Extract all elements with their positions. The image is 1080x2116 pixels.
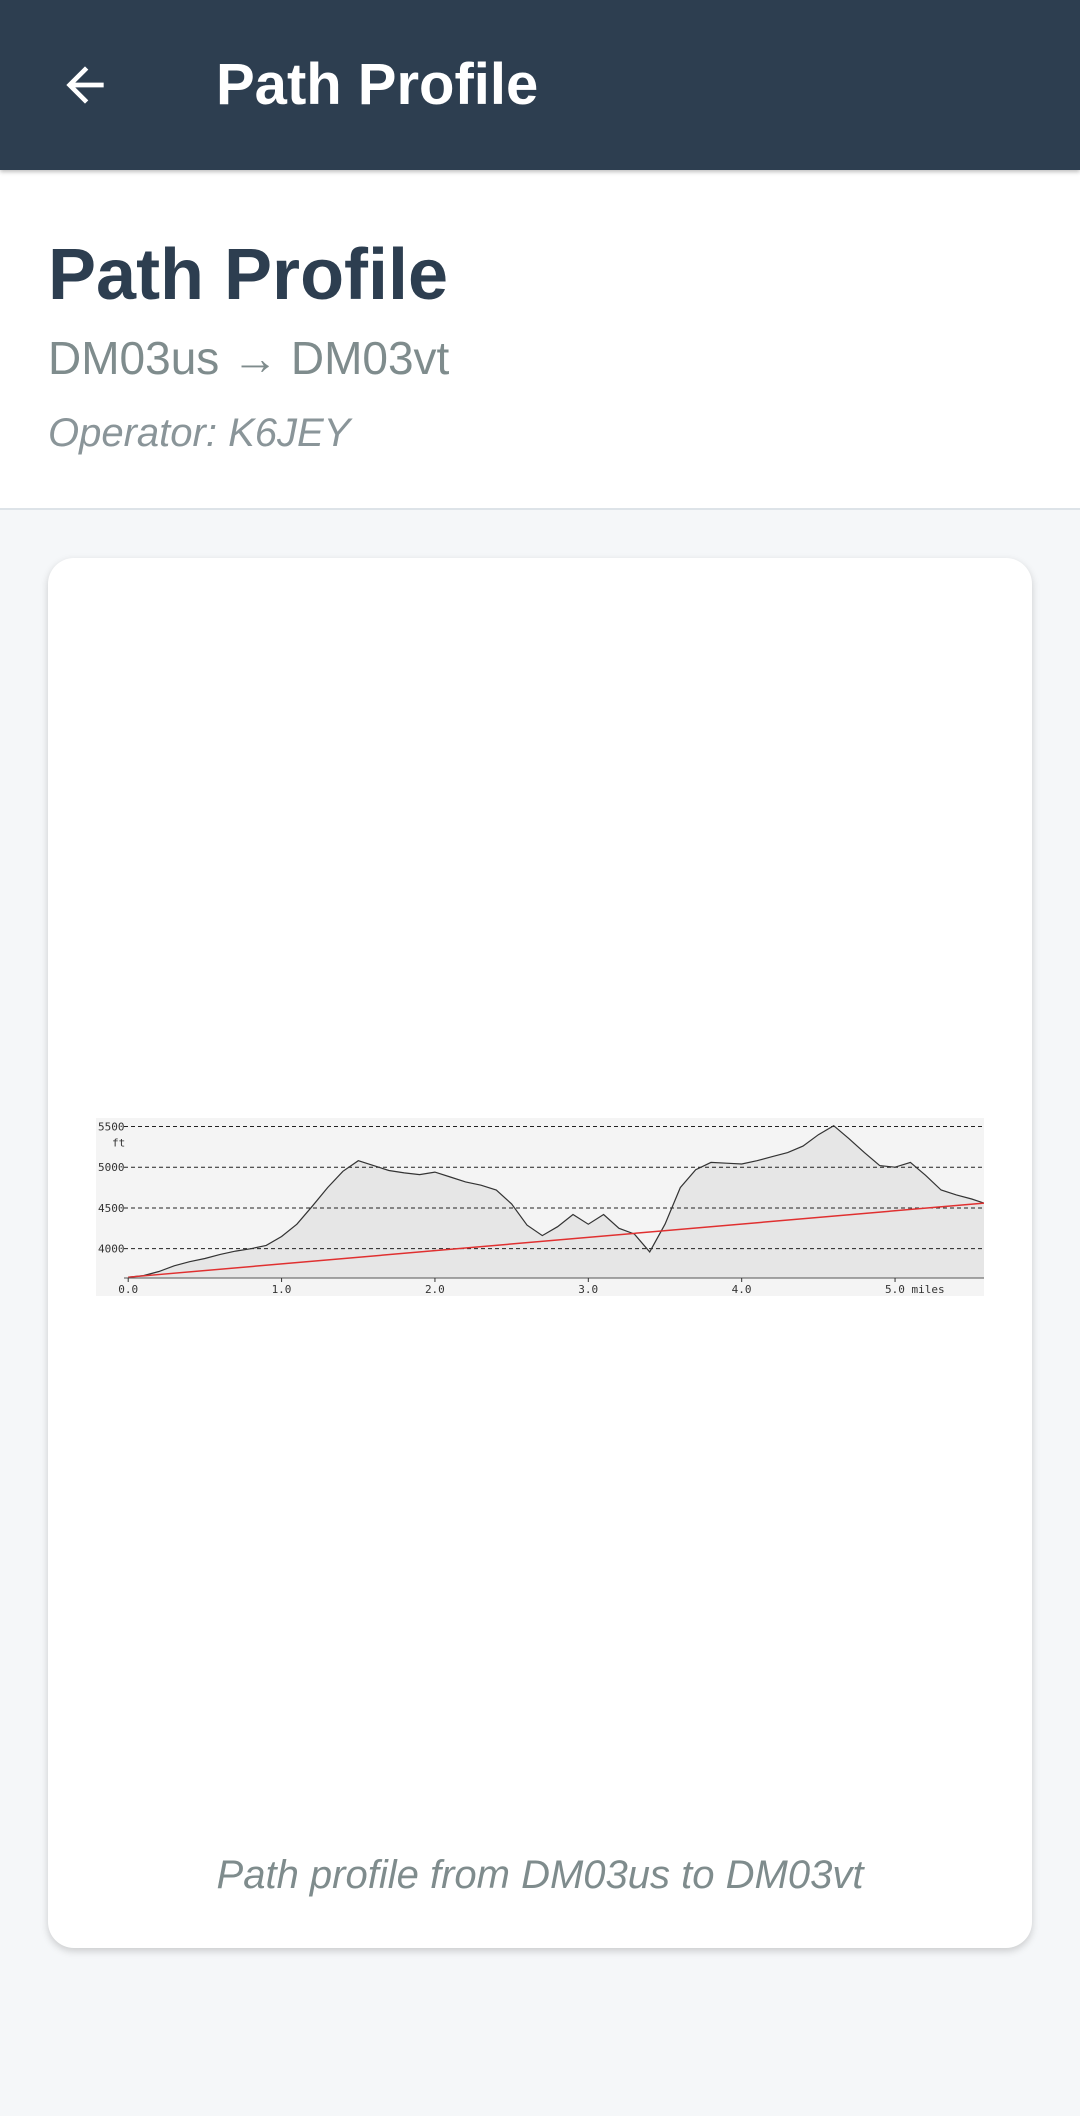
x-tick-label: 5.0 miles xyxy=(885,1283,945,1296)
y-tick-label: 4000 xyxy=(98,1243,125,1256)
x-tick-label: 1.0 xyxy=(272,1283,292,1296)
profile-card: 4000 4500 5000 5500 ft 0.0 1.0 2.0 3.0 4.0 5.0 mil… xyxy=(48,558,1032,1948)
y-tick-label: 5500 xyxy=(98,1121,125,1134)
x-tick-label: 3.0 xyxy=(578,1283,598,1296)
y-tick-label: 4500 xyxy=(98,1202,125,1215)
operator-label: Operator: K6JEY xyxy=(48,411,351,455)
back-button[interactable] xyxy=(40,45,130,125)
route-label: DM03us → DM03vt xyxy=(48,332,450,384)
path-profile-svg: 4000 4500 5000 5500 ft 0.0 1.0 2.0 3.0 4.0 5.0 mil… xyxy=(96,1118,985,1296)
arrow-left-icon xyxy=(66,66,104,104)
x-tick-label: 0.0 xyxy=(118,1283,138,1296)
path-profile-chart: 4000 4500 5000 5500 ft 0.0 1.0 2.0 3.0 4.0 5.0 mil… xyxy=(96,1118,985,1296)
app-bar: Path Profile xyxy=(0,0,1080,170)
x-tick-label: 4.0 xyxy=(732,1283,752,1296)
profile-header: Path Profile DM03us → DM03vt Operator: K… xyxy=(0,170,1080,510)
y-tick-label: 5000 xyxy=(98,1161,125,1174)
page-title: Path Profile xyxy=(48,235,449,315)
y-unit-label: ft xyxy=(112,1137,125,1150)
app-bar-title: Path Profile xyxy=(216,52,539,117)
x-tick-label: 2.0 xyxy=(425,1283,445,1296)
chart-caption: Path profile from DM03us to DM03vt xyxy=(216,1853,864,1897)
